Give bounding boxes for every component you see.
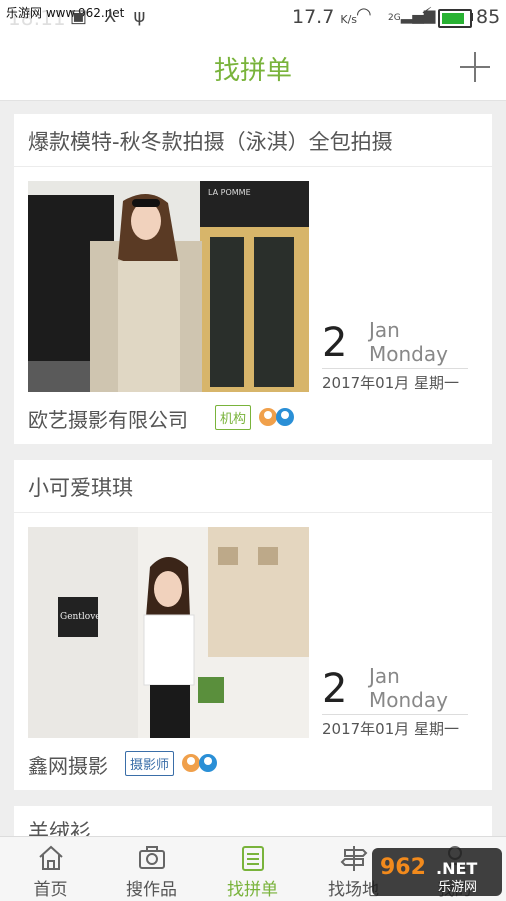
listing-photo[interactable]: LA POMME <box>28 181 309 392</box>
shop-sign-text: Gentlove <box>60 612 101 622</box>
tab-search-works[interactable]: 搜作品 <box>101 837 202 901</box>
tab-label: 搜作品 <box>126 880 177 900</box>
watermark-suffix: .NET <box>436 859 477 878</box>
app-header: 找拼单 <box>0 36 506 101</box>
signpost-icon <box>340 846 368 871</box>
listing-card[interactable]: 爆款模特-秋冬款拍摄（泳淇）全包拍摄 LA POMME 2 Jan Monday… <box>14 114 492 444</box>
verified-badge-icon <box>182 754 200 772</box>
listing-month: Jan <box>369 318 400 342</box>
plus-icon[interactable] <box>460 52 490 82</box>
listing-date: 2017年01月 星期一 <box>322 374 460 392</box>
watermark-site: 乐游网 <box>438 880 477 895</box>
listing-card[interactable]: 羊绒衫 <box>14 806 492 836</box>
tab-label: 找拼单 <box>227 880 278 900</box>
listing-day: 2 <box>322 320 348 366</box>
charging-icon: ⚡ <box>420 4 433 25</box>
organizer-type-tag: 机构 <box>215 405 252 430</box>
listing-weekday: Monday <box>369 342 448 366</box>
corner-watermark: 962 .NET 乐游网 <box>372 848 502 896</box>
organizer-name[interactable]: 鑫网摄影 <box>28 750 108 779</box>
organizer-type-tag: 摄影师 <box>125 751 175 776</box>
shop-sign-text: LA POMME <box>208 188 251 197</box>
usb-icon: ▣ ⅄ ψ <box>70 6 152 27</box>
divider <box>14 166 492 167</box>
battery-level <box>442 13 465 24</box>
divider <box>14 512 492 513</box>
organizer-name[interactable]: 欧艺摄影有限公司 <box>28 404 188 433</box>
tab-label: 首页 <box>33 880 68 900</box>
list-icon <box>242 846 264 871</box>
battery-tip <box>470 13 473 21</box>
listing-date: 2017年01月 星期一 <box>322 720 460 738</box>
listing-title: 羊绒衫 <box>28 820 91 836</box>
date-divider <box>322 368 468 369</box>
verified-badge-icon <box>259 408 277 426</box>
listing-day: 2 <box>322 666 348 712</box>
user-badge-icon <box>276 408 294 426</box>
listing-photo[interactable]: Gentlove <box>28 527 309 738</box>
battery-percent: 85 <box>476 6 501 28</box>
listing-title: 小可爱琪琪 <box>28 476 133 500</box>
page-title: 找拼单 <box>213 56 292 86</box>
camera-icon <box>139 846 165 869</box>
listing-card[interactable]: 小可爱琪琪 Gentlove 2 Jan Monday 2017年01月 星期一… <box>14 460 492 790</box>
home-icon <box>39 845 63 870</box>
wifi-icon: ◠ <box>356 4 372 25</box>
network-speed: 17.7 K/s <box>292 6 358 28</box>
tab-home[interactable]: 首页 <box>0 837 101 901</box>
user-badge-icon <box>199 754 217 772</box>
listing-month: Jan <box>369 664 400 688</box>
listing-weekday: Monday <box>369 688 448 712</box>
date-divider <box>322 714 468 715</box>
listing-title: 爆款模特-秋冬款拍摄（泳淇）全包拍摄 <box>28 130 393 154</box>
battery-icon <box>438 9 472 28</box>
status-bar: 18:11 乐游网 www.962.net ▣ ⅄ ψ 17.7 K/s ◠ 2… <box>0 0 506 36</box>
watermark-number: 962 <box>380 855 426 880</box>
tab-find-groups[interactable]: 找拼单 <box>202 837 303 901</box>
